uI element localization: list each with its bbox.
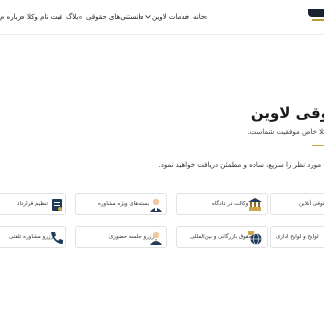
hero-subtitle: وکلا خاص موفقیت شماست.: [247, 128, 324, 136]
service-card-bills-petitions[interactable]: لوایح و لوایح اداری: [270, 226, 324, 248]
service-card-label: حقوقی آنلاین: [299, 201, 324, 207]
service-card-label: لوایح و لوایح اداری: [276, 234, 319, 240]
globe-icon: [248, 231, 262, 245]
document-icon: [52, 199, 62, 211]
logo-mark: [308, 9, 324, 17]
courthouse-icon: [248, 198, 262, 211]
service-card-in-person-meeting[interactable]: رزرو جلسه حضوری: [75, 226, 167, 248]
service-card-online-legal[interactable]: حقوقی آنلاین: [270, 193, 324, 215]
nav-item-about[interactable]: درباره م: [0, 11, 24, 23]
nav-item-blog[interactable]: بلاگ: [66, 11, 78, 23]
service-card-consulting-packages[interactable]: بسته‌های ویژه مشاوره: [75, 193, 167, 215]
nav-bullet: [79, 16, 82, 19]
service-card-label: رزرو مشاوره تلفنی: [9, 234, 54, 240]
nav-item-lawyer-signup[interactable]: ثبت نام وکلا: [27, 11, 62, 23]
top-navigation: خانه خدمات لاوین دانستنی‌های حقوقی بلاگ …: [0, 0, 324, 35]
consultant-icon: [150, 198, 162, 212]
service-card-label: تنظیم قرارداد: [17, 201, 49, 207]
service-card-commercial-law[interactable]: حقوق بازرگانی و بین‌المللی: [176, 226, 268, 248]
nav-item-home[interactable]: خانه: [193, 11, 205, 23]
phone-icon: [51, 232, 63, 244]
gold-divider: [312, 145, 324, 146]
service-card-label: حقوق بازرگانی و بین‌المللی: [190, 234, 253, 240]
chevron-down-icon[interactable]: [145, 15, 151, 19]
service-card-court-representation[interactable]: وکالت در دادگاه: [176, 193, 268, 215]
nav-item-services[interactable]: خدمات لاوین: [152, 11, 189, 23]
service-card-phone-consultation[interactable]: رزرو مشاوره تلفنی: [0, 226, 66, 248]
hero-title: وقی لاوین: [250, 104, 324, 122]
service-card-label: وکالت در دادگاه: [212, 201, 249, 207]
service-card-label: بسته‌های ویژه مشاوره: [98, 201, 150, 207]
hero-description: ت مورد نظر را سریع، ساده و مطمئن دریافت …: [158, 161, 324, 169]
site-logo[interactable]: [308, 9, 324, 23]
nav-item-legal-knowledge[interactable]: دانستنی‌های حقوقی: [86, 11, 144, 23]
service-card-contract-drafting[interactable]: تنظیم قرارداد: [0, 193, 66, 215]
logo-underline: [312, 19, 324, 21]
meeting-icon: [150, 231, 162, 245]
